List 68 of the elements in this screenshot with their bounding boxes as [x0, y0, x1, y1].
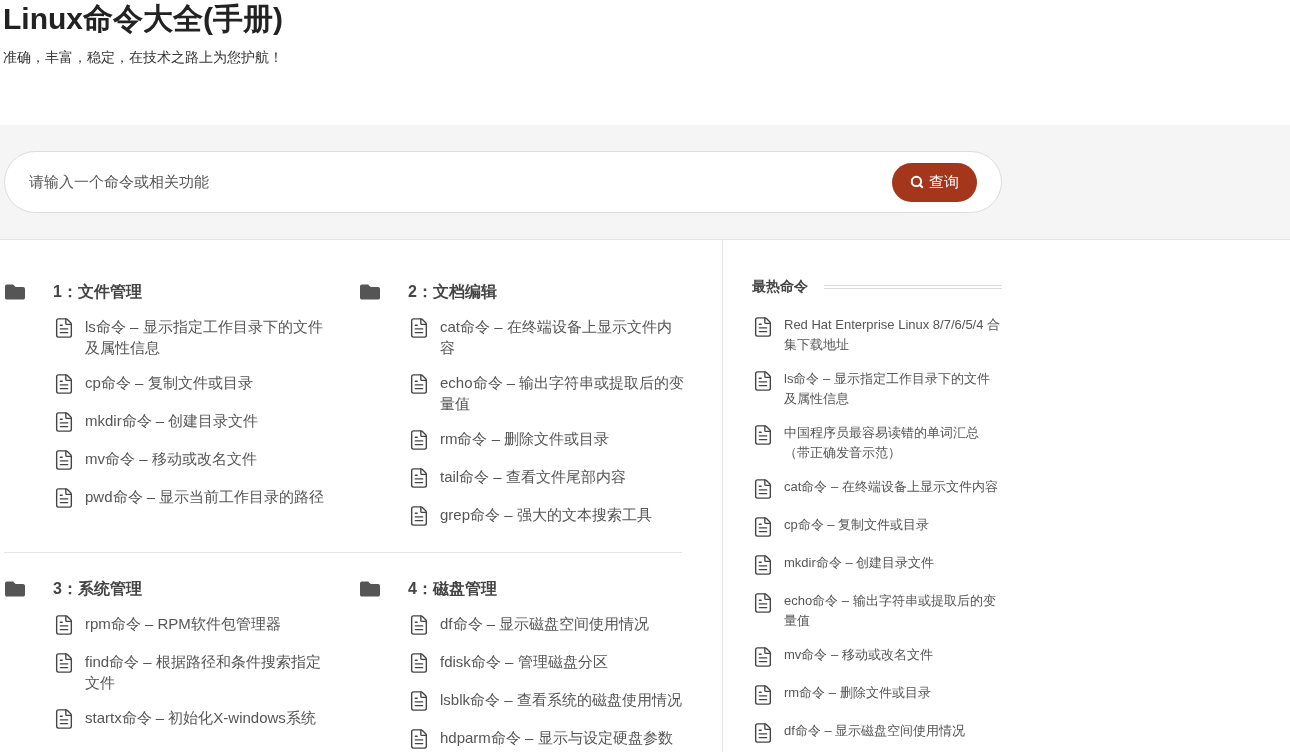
command-link[interactable]: tail命令 – 查看文件尾部内容 [440, 466, 685, 487]
site-title: Linux命令大全(手册) [3, 1, 284, 37]
document-icon [752, 315, 774, 339]
category-heading: 2：文档编辑 [408, 282, 497, 302]
document-icon [408, 504, 430, 528]
document-icon [408, 689, 430, 713]
search-field[interactable]: 请输入一个命令或相关功能 查询 [4, 151, 1002, 213]
document-icon [53, 613, 75, 637]
command-link[interactable]: ls命令 – 显示指定工作目录下的文件及属性信息 [784, 369, 1002, 409]
document-icon [53, 448, 75, 472]
command-link[interactable]: cat命令 – 在终端设备上显示文件内容 [440, 316, 685, 358]
command-link[interactable]: grep命令 – 强大的文本搜索工具 [440, 504, 685, 525]
command-link[interactable]: hdparm命令 – 显示与设定硬盘参数 [440, 727, 685, 748]
document-icon [408, 727, 430, 751]
command-link[interactable]: df命令 – 显示磁盘空间使用情况 [784, 721, 1002, 741]
site-tagline: 准确，丰富，稳定，在技术之路上为您护航！ [3, 48, 284, 67]
document-icon [752, 369, 774, 393]
command-link[interactable]: find命令 – 根据路径和条件搜索指定文件 [85, 651, 330, 693]
document-icon [752, 515, 774, 539]
document-icon [53, 316, 75, 340]
folder-icon [3, 579, 27, 599]
document-icon [752, 553, 774, 577]
document-icon [408, 428, 430, 452]
document-icon [408, 466, 430, 490]
search-icon [910, 175, 924, 189]
command-link[interactable]: ls命令 – 显示指定工作目录下的文件及属性信息 [85, 316, 330, 358]
command-link[interactable]: echo命令 – 输出字符串或提取后的变量值 [784, 591, 1002, 631]
folder-icon [358, 282, 382, 302]
command-link[interactable]: fdisk命令 – 管理磁盘分区 [440, 651, 685, 672]
document-icon [53, 410, 75, 434]
command-link[interactable]: lsblk命令 – 查看系统的磁盘使用情况 [440, 689, 685, 710]
document-icon [53, 651, 75, 675]
command-link[interactable]: mv命令 – 移动或改名文件 [784, 645, 1002, 665]
command-link[interactable]: Red Hat Enterprise Linux 8/7/6/5/4 合集下载地址 [784, 315, 1002, 355]
document-icon [752, 477, 774, 501]
document-icon [408, 316, 430, 340]
document-icon [752, 591, 774, 615]
command-link[interactable]: cp命令 – 复制文件或目录 [784, 515, 1002, 535]
category-heading: 4：磁盘管理 [408, 579, 497, 599]
document-icon [408, 613, 430, 637]
folder-icon [3, 282, 27, 302]
category-heading: 3：系统管理 [53, 579, 142, 599]
document-icon [752, 721, 774, 745]
command-link[interactable]: echo命令 – 输出字符串或提取后的变量值 [440, 372, 685, 414]
command-link[interactable]: cp命令 – 复制文件或目录 [85, 372, 330, 393]
document-icon [53, 372, 75, 396]
category-heading: 1：文件管理 [53, 282, 142, 302]
command-link[interactable]: rm命令 – 删除文件或目录 [440, 428, 685, 449]
sidebar-heading: 最热命令 [752, 277, 808, 296]
document-icon [53, 707, 75, 731]
command-link[interactable]: df命令 – 显示磁盘空间使用情况 [440, 613, 685, 634]
document-icon [752, 683, 774, 707]
document-icon [408, 651, 430, 675]
folder-icon [358, 579, 382, 599]
command-link[interactable]: startx命令 – 初始化X-windows系统 [85, 707, 330, 728]
command-link[interactable]: 中国程序员最容易读错的单词汇总（带正确发音示范） [784, 423, 1002, 463]
document-icon [53, 486, 75, 510]
command-link[interactable]: pwd命令 – 显示当前工作目录的路径 [85, 486, 330, 507]
command-link[interactable]: rpm命令 – RPM软件包管理器 [85, 613, 330, 634]
command-link[interactable]: mv命令 – 移动或改名文件 [85, 448, 330, 469]
command-link[interactable]: mkdir命令 – 创建目录文件 [784, 553, 1002, 573]
search-button[interactable]: 查询 [892, 162, 977, 202]
document-icon [752, 645, 774, 669]
document-icon [408, 372, 430, 396]
command-link[interactable]: rm命令 – 删除文件或目录 [784, 683, 1002, 703]
command-link[interactable]: mkdir命令 – 创建目录文件 [85, 410, 330, 431]
document-icon [752, 423, 774, 447]
command-link[interactable]: cat命令 – 在终端设备上显示文件内容 [784, 477, 1002, 497]
